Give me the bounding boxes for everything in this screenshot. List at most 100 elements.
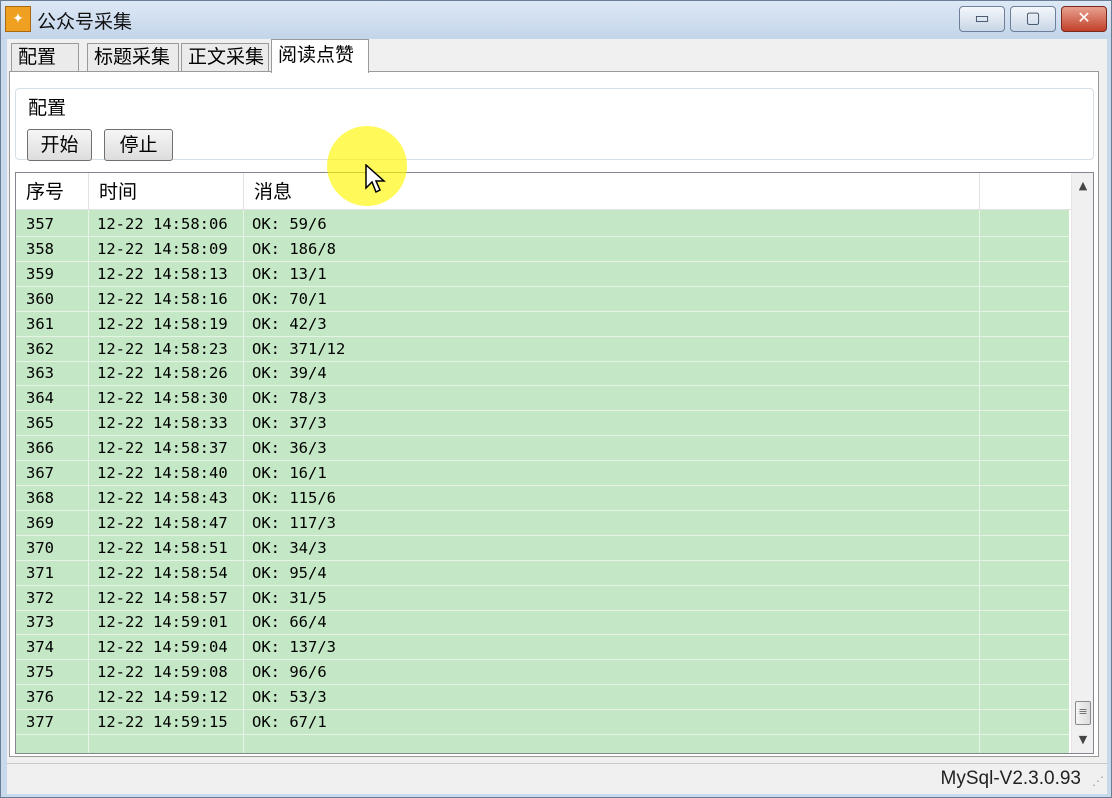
- log-listview[interactable]: 序号 时间 消息 357 12-22 14:58:06 OK: 59/6 358 12-…: [15, 172, 1094, 754]
- column-header-extra[interactable]: [980, 173, 1071, 209]
- minimize-button[interactable]: ▭: [959, 6, 1005, 32]
- table-row[interactable]: 368 12-22 14:58:43 OK: 115/6: [16, 486, 1069, 511]
- close-button[interactable]: ✕: [1061, 6, 1107, 32]
- cell-time: 12-22 14:58:19: [97, 314, 228, 333]
- cell-message: OK: 137/3: [252, 638, 336, 657]
- stop-button[interactable]: 停止: [104, 129, 173, 161]
- cell-time: 12-22 14:58:09: [97, 239, 228, 258]
- table-row[interactable]: 375 12-22 14:59:08 OK: 96/6: [16, 660, 1069, 686]
- cell-number: 368: [26, 488, 54, 507]
- cell-message: OK: 117/3: [252, 513, 336, 532]
- table-row[interactable]: 357 12-22 14:58:06 OK: 59/6: [16, 212, 1069, 237]
- cell-number: 357: [26, 215, 54, 233]
- table-row[interactable]: 376 12-22 14:59:12 OK: 53/3: [16, 685, 1069, 711]
- tab-read-like[interactable]: 阅读点赞: [271, 39, 369, 73]
- cell-number: 366: [26, 439, 54, 458]
- cell-number: 370: [26, 538, 54, 557]
- maximize-button[interactable]: ▢: [1010, 6, 1056, 32]
- cell-time: 12-22 14:58:40: [97, 464, 228, 482]
- scroll-up-icon[interactable]: ▲: [1072, 175, 1093, 197]
- cell-number: 359: [26, 264, 54, 283]
- cell-message: OK: 16/1: [252, 464, 327, 482]
- cell-time: 12-22 14:58:47: [97, 513, 228, 532]
- cell-message: OK: 53/3: [252, 688, 327, 707]
- client-area: 配置 标题采集 正文采集 阅读点赞 配置 开始 停止 序号 时间 消息 357 …: [7, 39, 1107, 794]
- cell-message: OK: 78/3: [252, 389, 327, 408]
- mouse-pointer-icon: [365, 164, 386, 194]
- cell-message: OK: 186/8: [252, 239, 336, 258]
- table-row[interactable]: 360 12-22 14:58:16 OK: 70/1: [16, 287, 1069, 312]
- app-window: ✦ 公众号采集 ▭ ▢ ✕ 配置 标题采集 正文采集 阅读点赞 配置 开始 停止…: [0, 0, 1112, 798]
- list-body: 357 12-22 14:58:06 OK: 59/6 358 12-22 14:58:…: [16, 210, 1069, 753]
- cell-time: 12-22 14:59:01: [97, 613, 228, 632]
- tab-body-collect[interactable]: 正文采集: [181, 43, 269, 71]
- cell-time: 12-22 14:58:23: [97, 339, 228, 358]
- table-row[interactable]: 374 12-22 14:59:04 OK: 137/3: [16, 635, 1069, 661]
- cell-time: 12-22 14:58:13: [97, 264, 228, 283]
- cell-time: 12-22 14:58:33: [97, 414, 228, 433]
- cell-message: OK: 42/3: [252, 314, 327, 333]
- cell-number: 376: [26, 688, 54, 707]
- table-row[interactable]: 361 12-22 14:58:19 OK: 42/3: [16, 312, 1069, 337]
- cell-message: OK: 95/4: [252, 563, 327, 582]
- cell-time: 12-22 14:58:43: [97, 488, 228, 507]
- start-button[interactable]: 开始: [27, 129, 92, 161]
- vertical-scrollbar[interactable]: ▲ ≡ ▼: [1071, 173, 1093, 753]
- column-header-no[interactable]: 序号: [16, 173, 89, 209]
- column-header-time[interactable]: 时间: [89, 173, 244, 209]
- cell-message: OK: 70/1: [252, 289, 327, 308]
- cell-message: OK: 39/4: [252, 364, 327, 383]
- cell-number: 365: [26, 414, 54, 433]
- cell-time: 12-22 14:58:16: [97, 289, 228, 308]
- scroll-thumb[interactable]: ≡: [1075, 701, 1091, 725]
- table-row[interactable]: 359 12-22 14:58:13 OK: 13/1: [16, 262, 1069, 287]
- cell-number: 364: [26, 389, 54, 408]
- app-icon: ✦: [5, 6, 31, 32]
- config-group-label: 配置: [25, 93, 70, 120]
- cell-number: 360: [26, 289, 54, 308]
- cell-number: 362: [26, 339, 54, 358]
- cell-message: OK: 59/6: [252, 215, 327, 233]
- cell-message: OK: 37/3: [252, 414, 327, 433]
- cell-number: 371: [26, 563, 54, 582]
- resize-grip-icon[interactable]: ⋰: [1092, 774, 1104, 788]
- table-row[interactable]: 369 12-22 14:58:47 OK: 117/3: [16, 511, 1069, 536]
- table-row[interactable]: 372 12-22 14:58:57 OK: 31/5: [16, 586, 1069, 611]
- cell-message: OK: 371/12: [252, 339, 346, 358]
- table-row[interactable]: 358 12-22 14:58:09 OK: 186/8: [16, 237, 1069, 262]
- cell-number: 361: [26, 314, 54, 333]
- table-row[interactable]: 377 12-22 14:59:15 OK: 67/1: [16, 710, 1069, 735]
- cell-message: OK: 66/4: [252, 613, 327, 632]
- tab-config[interactable]: 配置: [11, 43, 79, 71]
- cell-number: 375: [26, 663, 54, 682]
- table-row[interactable]: 365 12-22 14:58:33 OK: 37/3: [16, 411, 1069, 437]
- table-row[interactable]: 367 12-22 14:58:40 OK: 16/1: [16, 461, 1069, 486]
- config-groupbox: 配置 开始 停止: [15, 88, 1094, 161]
- cell-time: 12-22 14:59:12: [97, 688, 228, 707]
- cell-message: OK: 36/3: [252, 439, 327, 458]
- table-row[interactable]: 362 12-22 14:58:23 OK: 371/12: [16, 337, 1069, 362]
- cell-time: 12-22 14:58:57: [97, 588, 228, 607]
- cell-number: 377: [26, 713, 54, 731]
- cell-number: 374: [26, 638, 54, 657]
- title-bar[interactable]: ✦ 公众号采集 ▭ ▢ ✕: [1, 1, 1111, 39]
- tab-page-read-like: 配置 开始 停止 序号 时间 消息 357 12-22 14:58:06 OK: 5…: [9, 71, 1099, 757]
- cell-message: OK: 96/6: [252, 663, 327, 682]
- cell-number: 367: [26, 464, 54, 482]
- cell-message: OK: 34/3: [252, 538, 327, 557]
- cell-message: OK: 31/5: [252, 588, 327, 607]
- status-bar: MySql-V2.3.0.93 ⋰: [7, 763, 1107, 794]
- list-header: 序号 时间 消息: [16, 173, 1071, 210]
- tab-title-collect[interactable]: 标题采集: [87, 43, 179, 71]
- table-row[interactable]: 370 12-22 14:58:51 OK: 34/3: [16, 536, 1069, 561]
- window-title: 公众号采集: [37, 11, 133, 33]
- table-row[interactable]: 364 12-22 14:58:30 OK: 78/3: [16, 386, 1069, 412]
- cell-number: 363: [26, 364, 54, 383]
- table-row[interactable]: 366 12-22 14:58:37 OK: 36/3: [16, 436, 1069, 462]
- cell-time: 12-22 14:59:04: [97, 638, 228, 657]
- table-row[interactable]: 371 12-22 14:58:54 OK: 95/4: [16, 561, 1069, 586]
- table-row[interactable]: 373 12-22 14:59:01 OK: 66/4: [16, 610, 1069, 636]
- scroll-down-icon[interactable]: ▼: [1072, 729, 1093, 751]
- table-row[interactable]: 363 12-22 14:58:26 OK: 39/4: [16, 361, 1069, 387]
- cell-number: 369: [26, 513, 54, 532]
